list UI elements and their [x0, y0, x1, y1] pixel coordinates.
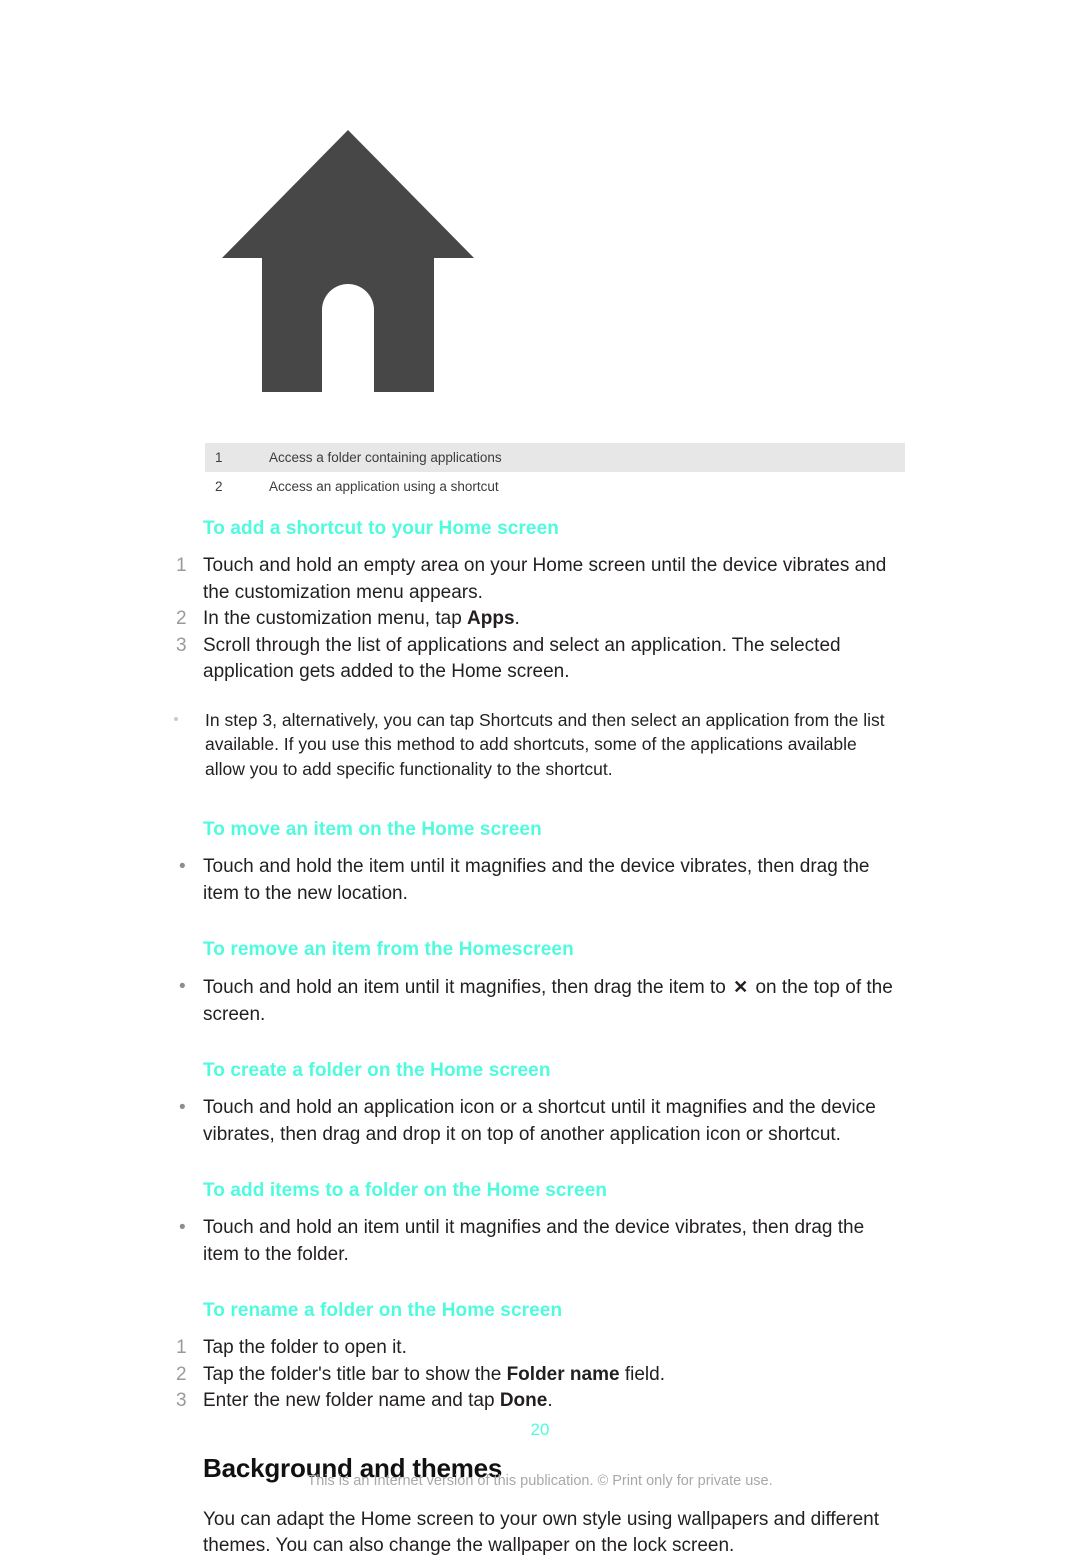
step-text-prefix: Enter the new folder name and tap: [203, 1390, 500, 1411]
steps-add-shortcut: 1 Touch and hold an empty area on your H…: [0, 553, 1080, 686]
step-text-suffix: field.: [619, 1363, 665, 1385]
list-item: • Touch and hold an item until it magnif…: [0, 974, 1080, 1028]
list-item: • Touch and hold an item until it magnif…: [0, 1215, 1080, 1268]
legend-description: Access a folder containing applications: [267, 443, 905, 472]
step-marker: 1: [176, 1337, 187, 1358]
paragraph-background-themes: You can adapt the Home screen to your ow…: [203, 1508, 879, 1557]
step-marker: 3: [176, 634, 187, 656]
bullet-text: Touch and hold an item until it magnifie…: [203, 1217, 865, 1265]
step-text-bold: Apps: [467, 608, 515, 629]
bullet-marker: •: [179, 856, 186, 877]
list-item: • Touch and hold the item until it magni…: [0, 854, 1080, 907]
heading-remove-item: To remove an item from the Homescreen: [203, 939, 574, 960]
heading-add-shortcut: To add a shortcut to your Home screen: [203, 518, 559, 539]
step-marker: 2: [176, 1363, 187, 1385]
list-item: 2 In the customization menu, tap Apps.: [0, 606, 1080, 633]
callout-legend-table: 1 Access a folder containing application…: [205, 443, 905, 501]
legend-number: 2: [215, 479, 223, 494]
steps-rename-folder: 1 Tap the folder to open it. 2 Tap the f…: [0, 1335, 1080, 1415]
footer-notice: This is an Internet version of this publ…: [307, 1473, 773, 1489]
step-text: Touch and hold an empty area on your Hom…: [203, 555, 887, 603]
step-text-prefix: In the customization menu, tap: [203, 608, 468, 629]
list-item: • Touch and hold an application icon or …: [0, 1095, 1080, 1148]
table-row: 1 Access a folder containing application…: [205, 443, 905, 472]
home-icon: [222, 130, 474, 392]
document-page: 1 Access a folder containing application…: [0, 0, 1080, 1556]
list-item: 2 Tap the folder's title bar to show the…: [0, 1362, 1080, 1389]
bullet-text: Touch and hold an application icon or a …: [203, 1097, 876, 1145]
step-text-suffix: .: [514, 608, 520, 629]
bullet-text-prefix: Touch and hold an item until it magnifie…: [203, 977, 732, 998]
close-icon: ✕: [733, 977, 749, 997]
step-text-suffix: .: [547, 1390, 553, 1411]
step-text: Tap the folder to open it.: [203, 1337, 407, 1358]
bullet-marker: •: [179, 1217, 186, 1238]
legend-description: Access an application using a shortcut: [269, 479, 499, 494]
heading-move-item: To move an item on the Home screen: [203, 819, 542, 840]
heading-rename-folder: To rename a folder on the Home screen: [203, 1300, 563, 1321]
step-text-bold: Done: [499, 1390, 548, 1411]
bullet-marker: •: [179, 1097, 186, 1118]
bullets-remove-item: • Touch and hold an item until it magnif…: [0, 974, 1080, 1028]
heading-create-folder: To create a folder on the Home screen: [203, 1060, 551, 1081]
home-icon-figure: [218, 118, 478, 398]
note-add-shortcut: In step 3, alternatively, you can tap Sh…: [0, 708, 1080, 782]
bullets-add-items-folder: • Touch and hold an item until it magnif…: [0, 1215, 1080, 1268]
table-row: 2 Access an application using a shortcut: [205, 472, 905, 501]
step-marker: 3: [176, 1390, 187, 1411]
step-text: Scroll through the list of applications …: [203, 634, 841, 683]
bullet-marker: •: [179, 976, 186, 997]
step-text-prefix: Tap the folder's title bar to show the: [203, 1363, 507, 1385]
page-number: 20: [530, 1420, 550, 1439]
bullets-create-folder: • Touch and hold an application icon or …: [0, 1095, 1080, 1148]
bullets-move-item: • Touch and hold the item until it magni…: [0, 854, 1080, 907]
legend-number: 1: [205, 443, 267, 472]
list-item: 1 Tap the folder to open it.: [0, 1335, 1080, 1362]
list-item: 3 Enter the new folder name and tap Done…: [0, 1388, 1080, 1415]
step-text-bold: Folder name: [506, 1363, 620, 1385]
list-item: 3 Scroll through the list of application…: [0, 633, 1080, 686]
step-marker: 1: [176, 555, 187, 576]
note-text: In step 3, alternatively, you can tap Sh…: [205, 709, 885, 779]
list-item: 1 Touch and hold an empty area on your H…: [0, 553, 1080, 606]
step-marker: 2: [176, 608, 187, 629]
document-content: To add a shortcut to your Home screen 1 …: [0, 516, 1080, 1560]
bullet-text: Touch and hold the item until it magnifi…: [203, 856, 870, 904]
heading-add-items-folder: To add items to a folder on the Home scr…: [203, 1180, 608, 1201]
tip-icon: [174, 716, 178, 721]
